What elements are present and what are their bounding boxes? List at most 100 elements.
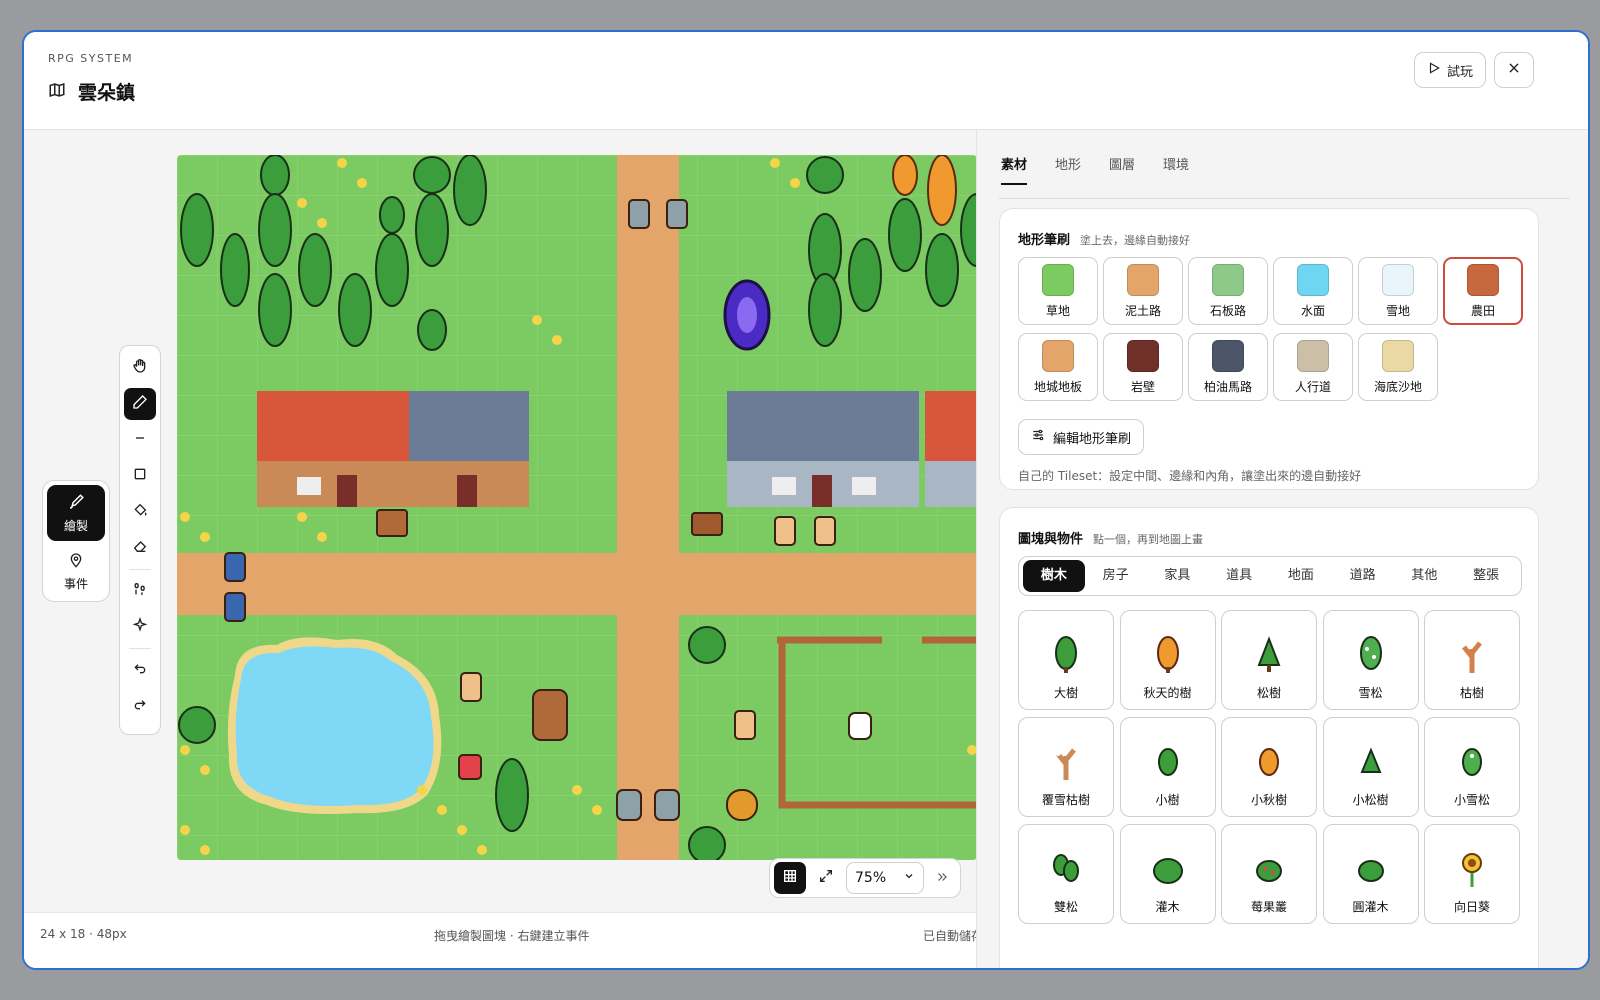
object-item[interactable]: 小雪松 <box>1424 717 1520 817</box>
brush-icon <box>67 493 85 514</box>
terrain-brush-label: 泥土路 <box>1124 303 1161 318</box>
event-mode-button[interactable]: 事件 <box>47 543 105 599</box>
terrain-brush-item[interactable]: 岩壁 <box>1103 333 1183 401</box>
zoom-value: 75% <box>855 870 887 886</box>
terrain-brush-title: 地形筆刷 <box>1018 233 1071 248</box>
object-item[interactable]: 覆雪枯樹 <box>1018 717 1114 817</box>
draw-mode-label: 繪製 <box>63 518 88 533</box>
object-item-label: 小雪松 <box>1453 793 1490 807</box>
object-item[interactable]: 灌木 <box>1119 824 1216 924</box>
eraser-icon <box>132 538 148 558</box>
tab-layers[interactable]: 圖層 <box>1109 154 1135 185</box>
terrain-brush-label: 人行道 <box>1294 379 1331 394</box>
draw-mode-button[interactable]: 繪製 <box>47 485 105 541</box>
sparkle-tool[interactable] <box>124 611 156 643</box>
object-item[interactable]: 莓果叢 <box>1221 824 1317 924</box>
small-autumn-tree-icon <box>1251 742 1287 791</box>
sliders-icon <box>1031 428 1045 446</box>
canvas-area: 繪製 事件 75% <box>24 130 997 912</box>
grid-toggle-button[interactable] <box>774 862 806 894</box>
save-status: 已自動儲存 <box>922 929 983 943</box>
object-item[interactable]: 雙松 <box>1018 824 1114 924</box>
object-item[interactable]: 雪松 <box>1322 610 1419 710</box>
terrain-brush-item[interactable]: 海底沙地 <box>1358 333 1438 401</box>
object-item[interactable]: 向日葵 <box>1424 824 1520 924</box>
map-canvas[interactable] <box>177 155 977 860</box>
close-icon <box>1507 61 1521 79</box>
category-ground[interactable]: 地面 <box>1270 560 1332 592</box>
redo-button[interactable] <box>124 690 156 722</box>
hand-icon <box>132 358 148 378</box>
category-houses[interactable]: 房子 <box>1085 560 1147 592</box>
terrain-brush-item[interactable]: 水面 <box>1273 257 1353 325</box>
tiles-objects-subtitle: 點一個，再到地圖上畫 <box>1093 533 1204 546</box>
terrain-brush-item[interactable]: 人行道 <box>1273 333 1353 401</box>
terrain-brush-item[interactable]: 農田 <box>1443 257 1523 325</box>
terrain-swatch <box>1212 263 1244 296</box>
terrain-swatch <box>1382 339 1414 372</box>
zoom-select[interactable]: 75% <box>846 862 924 894</box>
map-size: 24 x 18 · 48px <box>40 927 127 941</box>
tab-terrain[interactable]: 地形 <box>1055 154 1081 185</box>
line-tool[interactable] <box>124 424 156 456</box>
map-pin-icon <box>68 551 84 572</box>
object-item[interactable]: 圓灌木 <box>1322 824 1419 924</box>
category-roads[interactable]: 道路 <box>1332 560 1394 592</box>
fill-tool[interactable] <box>124 496 156 528</box>
category-props[interactable]: 道具 <box>1208 560 1270 592</box>
object-item[interactable]: 大樹 <box>1018 610 1114 710</box>
tab-assets[interactable]: 素材 <box>1001 154 1028 185</box>
terrain-brush-label: 石板路 <box>1209 303 1246 318</box>
hand-tool[interactable] <box>124 352 156 384</box>
eraser-tool[interactable] <box>124 532 156 564</box>
object-item-label: 圓灌木 <box>1352 900 1389 914</box>
close-button[interactable] <box>1494 52 1534 88</box>
object-item[interactable]: 小秋樹 <box>1221 717 1317 817</box>
category-trees[interactable]: 樹木 <box>1023 560 1085 592</box>
object-item-label: 小秋樹 <box>1250 793 1287 807</box>
category-full-sheet[interactable]: 整張 <box>1455 560 1517 592</box>
terrain-brush-heading: 地形筆刷 塗上去，邊緣自動接好 <box>1018 229 1190 248</box>
rectangle-tool[interactable] <box>124 460 156 492</box>
terrain-brush-item[interactable]: 雪地 <box>1358 257 1438 325</box>
object-item-label: 秋天的樹 <box>1143 686 1192 700</box>
object-item[interactable]: 枯樹 <box>1424 610 1520 710</box>
big-tree-icon <box>1048 635 1084 684</box>
object-item[interactable]: 秋天的樹 <box>1119 610 1216 710</box>
terrain-brush-item[interactable]: 泥土路 <box>1103 257 1183 325</box>
play-icon <box>1427 61 1441 79</box>
tileset-note: 自己的 Tileset：設定中間、邊緣和內角，讓塗出來的邊自動接好 <box>1018 469 1362 483</box>
object-item-label: 雪松 <box>1358 686 1383 700</box>
fit-view-button[interactable] <box>812 862 840 894</box>
terrain-brush-item[interactable]: 草地 <box>1018 257 1098 325</box>
category-other[interactable]: 其他 <box>1394 560 1456 592</box>
play-test-button[interactable]: 試玩 <box>1414 52 1486 88</box>
map-icon <box>48 81 66 103</box>
terrain-brush-label: 柏油馬路 <box>1203 379 1252 394</box>
object-item[interactable]: 小樹 <box>1119 717 1216 817</box>
zoom-toolbar: 75% <box>769 858 961 898</box>
collapse-toolbar-button[interactable] <box>930 862 954 894</box>
tab-environment[interactable]: 環境 <box>1163 154 1189 185</box>
stamp-tool[interactable] <box>124 575 156 607</box>
object-category-tabs: 樹木 房子 家具 道具 地面 道路 其他 整張 <box>1018 556 1522 596</box>
app-eyebrow: RPG SYSTEM <box>48 52 134 65</box>
object-item[interactable]: 小松樹 <box>1322 717 1419 817</box>
object-item-label: 小樹 <box>1155 793 1180 807</box>
sunflower-icon <box>1454 849 1490 898</box>
editor-window: RPG SYSTEM 雲朵鎮 試玩 繪製 事件 75% 24 x 18 · 48… <box>22 30 1590 970</box>
pencil-tool[interactable] <box>124 388 156 420</box>
tiles-objects-heading: 圖塊與物件 點一個，再到地圖上畫 <box>1018 528 1203 547</box>
terrain-brush-item[interactable]: 柏油馬路 <box>1188 333 1268 401</box>
expand-icon <box>818 868 834 888</box>
tab-divider <box>999 198 1570 199</box>
terrain-brush-item[interactable]: 石板路 <box>1188 257 1268 325</box>
undo-button[interactable] <box>124 654 156 686</box>
edit-terrain-brush-label: 編輯地形筆刷 <box>1053 431 1132 447</box>
terrain-brush-item[interactable]: 地城地板 <box>1018 333 1098 401</box>
object-item[interactable]: 松樹 <box>1221 610 1317 710</box>
category-furniture[interactable]: 家具 <box>1147 560 1209 592</box>
terrain-swatch <box>1382 263 1414 296</box>
editor-hint: 拖曳繪製圖塊 · 右鍵建立事件 <box>434 929 590 943</box>
edit-terrain-brush-button[interactable]: 編輯地形筆刷 <box>1018 419 1145 455</box>
